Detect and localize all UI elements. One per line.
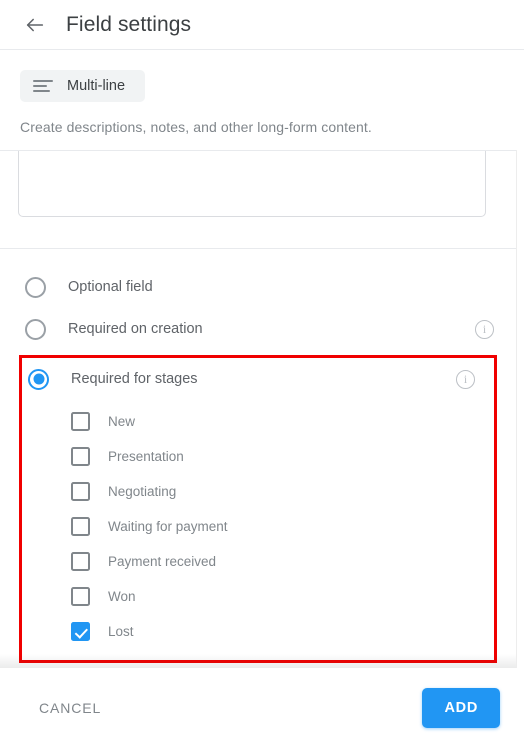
scroll-track[interactable] [516, 150, 517, 668]
default-value-textarea[interactable] [18, 151, 486, 217]
arrow-left-icon [24, 14, 46, 36]
field-type-section: Multi-line Create descriptions, notes, a… [0, 51, 516, 135]
requirement-options-group: Optional field Required on creation i Re… [0, 249, 516, 663]
option-label: Required on creation [68, 321, 203, 337]
info-icon[interactable]: i [456, 369, 475, 389]
multiline-text-icon [33, 79, 53, 93]
checkbox-presentation[interactable] [71, 447, 90, 466]
option-label: Optional field [68, 279, 153, 295]
option-label: Required for stages [71, 371, 198, 387]
field-settings-dialog: Field settings Multi-line Create descrip… [0, 0, 524, 748]
option-required-on-creation[interactable]: Required on creation i [0, 308, 516, 350]
required-for-stages-highlight: Required for stages i New Presentation N… [19, 355, 497, 663]
dialog-header: Field settings [0, 0, 524, 50]
stage-item-payment-received[interactable]: Payment received [22, 544, 494, 579]
checkbox-negotiating[interactable] [71, 482, 90, 501]
stage-label: Negotiating [108, 484, 177, 499]
field-type-label: Multi-line [67, 78, 126, 94]
stage-label: Presentation [108, 449, 184, 464]
radio-required-for-stages[interactable] [28, 368, 49, 390]
stage-item-negotiating[interactable]: Negotiating [22, 474, 494, 509]
checkbox-won[interactable] [71, 587, 90, 606]
stage-item-lost[interactable]: Lost [22, 614, 494, 649]
cancel-button[interactable]: CANCEL [33, 690, 107, 726]
stage-item-waiting-for-payment[interactable]: Waiting for payment [22, 509, 494, 544]
option-optional-field[interactable]: Optional field [0, 266, 516, 308]
radio-optional-field[interactable] [25, 276, 46, 298]
checkbox-lost[interactable] [71, 622, 90, 641]
stage-label: Lost [108, 624, 134, 639]
stage-item-won[interactable]: Won [22, 579, 494, 614]
field-type-description: Create descriptions, notes, and other lo… [20, 119, 372, 135]
checkbox-waiting-for-payment[interactable] [71, 517, 90, 536]
stage-item-presentation[interactable]: Presentation [22, 439, 494, 474]
stage-label: Payment received [108, 554, 217, 569]
stage-label: New [108, 414, 136, 429]
field-type-chip[interactable]: Multi-line [20, 70, 146, 102]
default-value-section [0, 151, 516, 222]
stage-label: Waiting for payment [108, 519, 228, 534]
checkbox-new[interactable] [71, 412, 90, 431]
page-title: Field settings [66, 12, 192, 36]
settings-scroll-area: Optional field Required on creation i Re… [0, 150, 516, 668]
info-icon[interactable]: i [475, 319, 494, 339]
option-required-for-stages[interactable]: Required for stages i [22, 358, 494, 400]
dialog-footer: CANCEL ADD [0, 668, 524, 748]
add-button[interactable]: ADD [422, 688, 500, 728]
stage-label: Won [108, 589, 136, 604]
stage-checkbox-list: New Presentation Negotiating Waiting for… [22, 400, 494, 660]
checkbox-payment-received[interactable] [71, 552, 90, 571]
stage-item-new[interactable]: New [22, 404, 494, 439]
back-button[interactable] [22, 12, 48, 38]
radio-required-on-creation[interactable] [25, 318, 46, 340]
